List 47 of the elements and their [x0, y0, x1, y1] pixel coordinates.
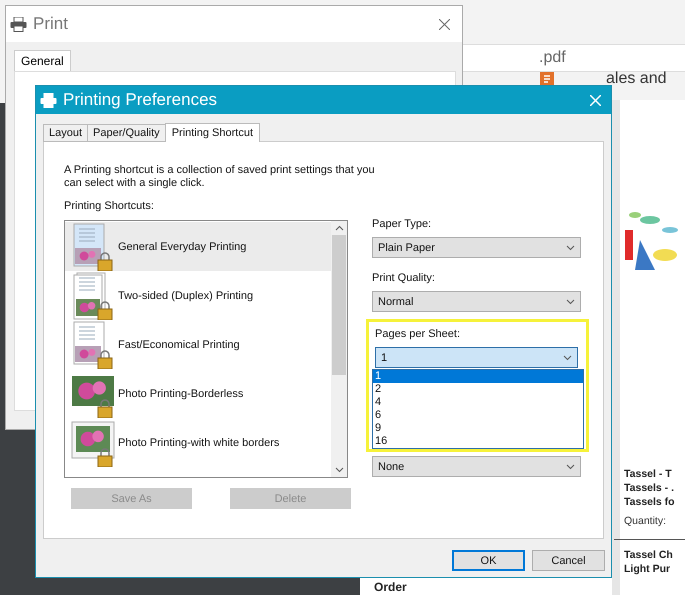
- field-label: Paper Type:: [372, 218, 432, 230]
- dialog-button[interactable]: OK: [452, 550, 525, 571]
- printer-icon: [40, 92, 57, 108]
- scroll-thumb[interactable]: [332, 235, 346, 375]
- close-icon[interactable]: [439, 18, 450, 30]
- field-label: Pages per Sheet:: [375, 328, 462, 340]
- tab[interactable]: Paper/Quality: [87, 124, 166, 142]
- shortcut-thumbnail-icon: [71, 418, 115, 466]
- bookmark-label[interactable]: ales and: [606, 70, 666, 88]
- dropdown-option[interactable]: 1: [373, 370, 583, 383]
- shortcut-thumbnail-icon: [71, 222, 115, 270]
- shortcut-thumbnail-icon: [71, 272, 115, 320]
- shortcut-item[interactable]: Photo Printing-Borderless: [65, 369, 331, 418]
- chevron-down-icon: [566, 298, 575, 304]
- bookmark-icon: [540, 72, 554, 86]
- order-heading: Order: [374, 580, 407, 594]
- shortcut-item[interactable]: General Everyday Printing: [65, 222, 331, 271]
- tab[interactable]: General: [14, 50, 71, 71]
- window-title: Printing Preferences: [63, 90, 218, 110]
- list-label: Printing Shortcuts:: [64, 200, 155, 212]
- dropdown[interactable]: None: [372, 456, 581, 477]
- product-title[interactable]: Tassel Ch: [624, 548, 685, 562]
- file-name: .pdf: [539, 49, 566, 67]
- chevron-down-icon: [563, 354, 572, 360]
- scrollbar[interactable]: [331, 221, 347, 477]
- dialog-button[interactable]: Cancel: [532, 550, 605, 571]
- address-bar[interactable]: .pdf: [463, 44, 685, 72]
- shortcut-thumbnail-icon: [71, 320, 115, 368]
- window-title: Print: [33, 14, 69, 34]
- chevron-down-icon: [566, 244, 575, 250]
- field-label: Print Quality:: [372, 272, 436, 284]
- shortcut-item[interactable]: Two-sided (Duplex) Printing: [65, 271, 331, 320]
- dropdown[interactable]: 1: [375, 347, 578, 368]
- product-title[interactable]: Light Pur: [624, 562, 685, 576]
- product-title[interactable]: Tassels - .: [624, 481, 685, 495]
- product-title[interactable]: Tassel - T: [624, 467, 685, 481]
- shortcut-item[interactable]: Photo Printing-with white borders: [65, 418, 331, 467]
- tab[interactable]: Layout: [43, 124, 88, 142]
- quantity-label: Quantity:: [624, 515, 668, 527]
- description-text: A Printing shortcut is a collection of saved print settings that you can select with a single click.: [64, 164, 376, 190]
- dropdown[interactable]: Plain Paper: [372, 237, 581, 258]
- dropdown[interactable]: Normal: [372, 291, 581, 312]
- shortcut-item[interactable]: Fast/Economical Printing: [65, 320, 331, 369]
- tab[interactable]: Printing Shortcut: [164, 123, 260, 142]
- printer-icon: [10, 16, 27, 32]
- product-title[interactable]: Tassels fo: [624, 495, 685, 509]
- chevron-down-icon: [566, 464, 575, 470]
